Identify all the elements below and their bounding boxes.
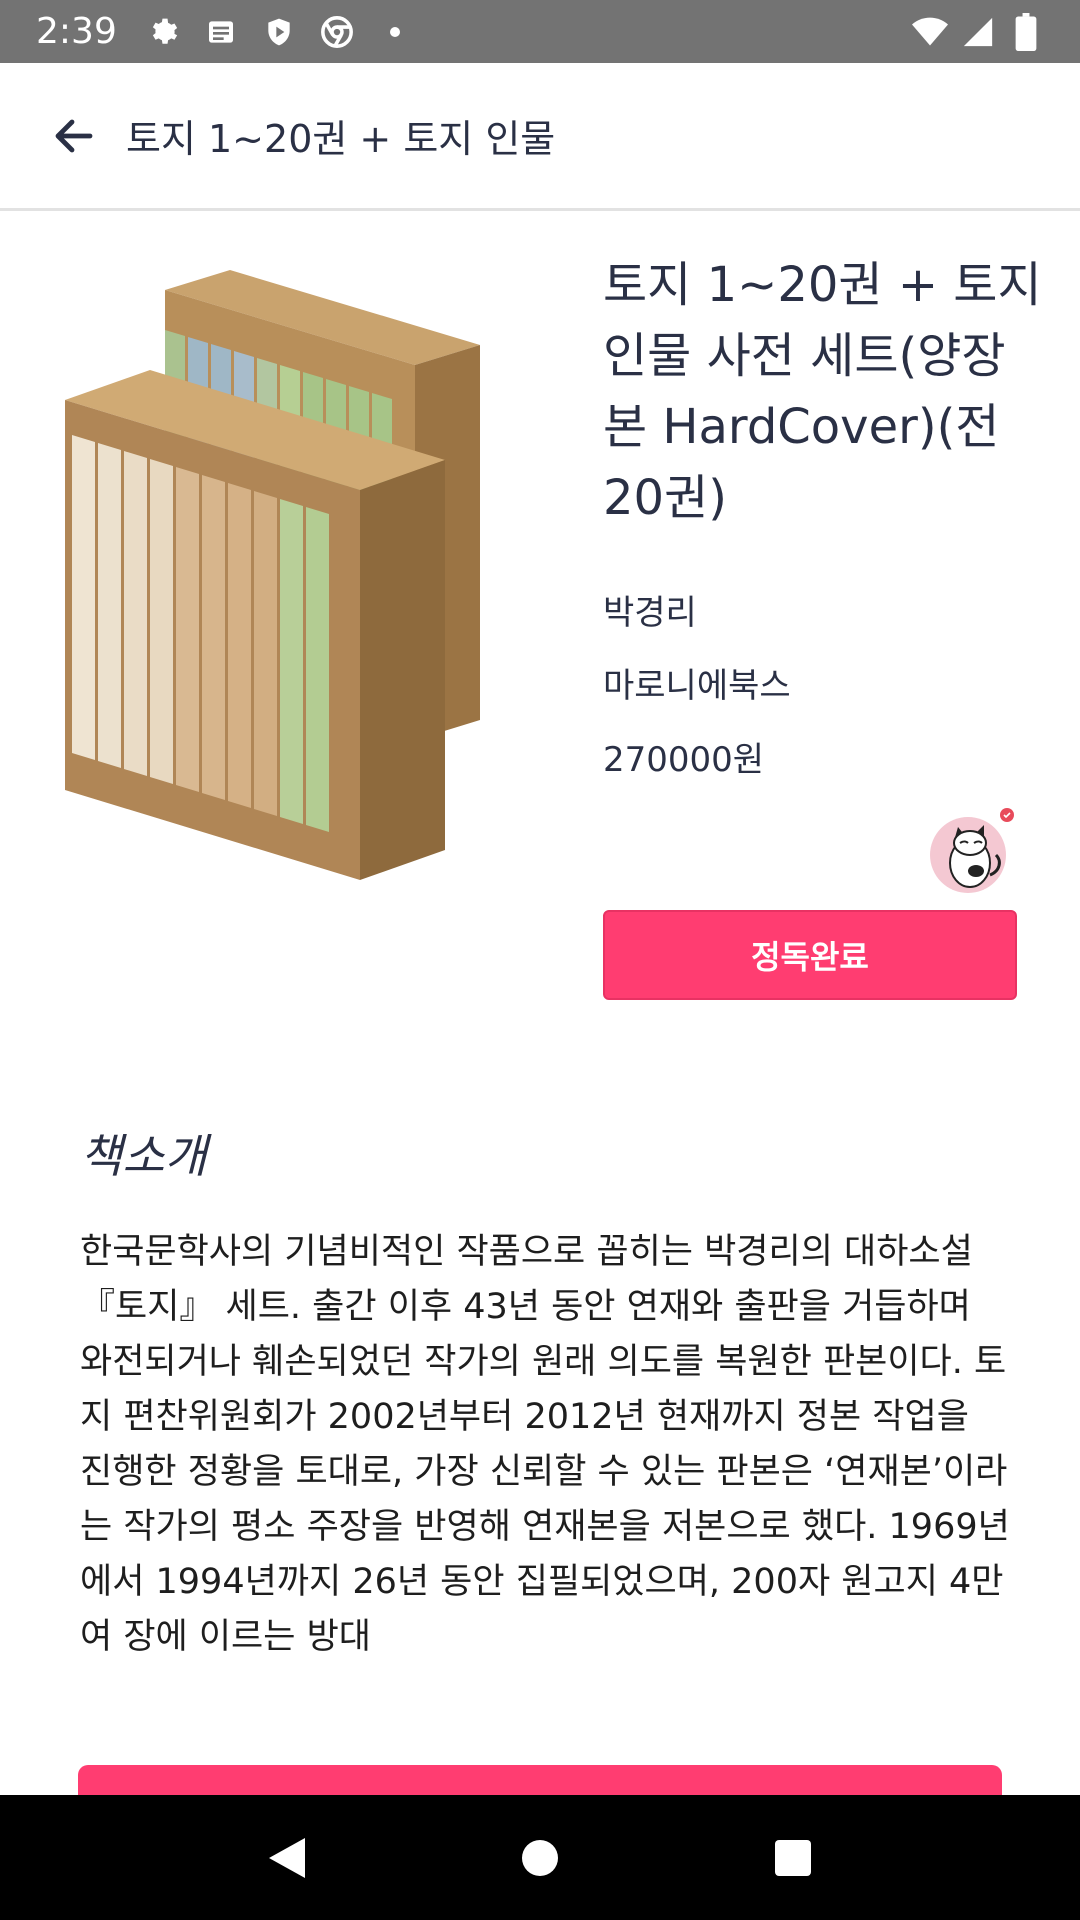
cat-mascot-icon[interactable]: [924, 805, 1014, 895]
recents-square-icon: [775, 1839, 812, 1876]
app-bar: 토지 1~20권 + 토지 인물: [0, 63, 1080, 211]
wifi-icon: [912, 14, 948, 50]
status-notification-icons: [145, 14, 413, 50]
book-info: 토지 1~20권 + 토지 인물 사전 세트(양장본 HardCover)(전2…: [603, 250, 1043, 534]
arrow-left-icon: [55, 119, 93, 152]
read-complete-button[interactable]: 정독완료: [603, 910, 1017, 1000]
nav-home-button[interactable]: [500, 1818, 580, 1898]
status-system-icons: [912, 12, 1044, 51]
home-circle-icon: [521, 1839, 558, 1876]
description-body: 한국문학사의 기념비적인 작품으로 꼽히는 박경리의 대하소설 『토지』 세트.…: [80, 1232, 1010, 1657]
book-cover-image[interactable]: [50, 250, 520, 890]
app-bar-title: 토지 1~20권 + 토지 인물: [126, 117, 556, 161]
book-price: 270000원: [603, 740, 765, 780]
nav-back-button[interactable]: [247, 1818, 327, 1898]
settings-icon: [145, 14, 181, 50]
nav-recents-button[interactable]: [753, 1818, 833, 1898]
book-publisher: 마로니에북스: [603, 666, 791, 706]
dot-icon: [377, 14, 413, 50]
system-nav-bar: [0, 1795, 1080, 1920]
battery-icon: [1008, 12, 1044, 51]
back-triangle-icon: [268, 1837, 305, 1878]
description-heading: 책소개: [80, 1129, 207, 1183]
signal-icon: [960, 14, 996, 50]
message-icon: [203, 14, 239, 50]
shield-icon: [261, 14, 297, 50]
chrome-icon: [319, 14, 355, 50]
book-author: 박경리: [603, 593, 697, 633]
book-title: 토지 1~20권 + 토지 인물 사전 세트(양장본 HardCover)(전2…: [603, 257, 1042, 526]
status-time: 2:39: [36, 11, 117, 52]
back-button[interactable]: [42, 104, 106, 168]
status-bar: 2:39: [0, 0, 1080, 63]
